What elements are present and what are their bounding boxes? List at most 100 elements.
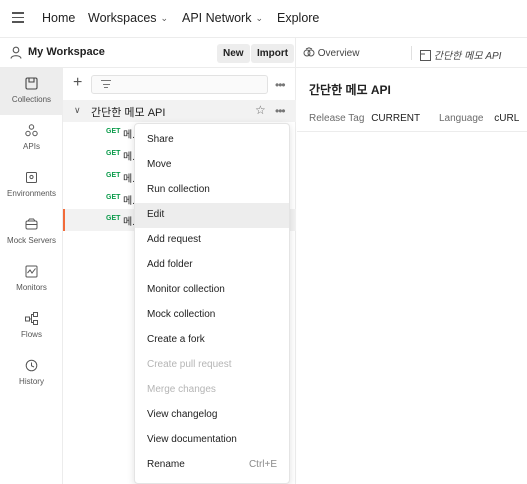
nav-api-network-label: API Network: [182, 11, 252, 25]
menu-item-label: Move: [147, 159, 172, 170]
tab-overview[interactable]: Overview: [303, 47, 359, 59]
nav-explore-label: Explore: [277, 11, 320, 25]
release-tag-value: CURRENT: [371, 113, 421, 124]
menu-item-label: Mock collection: [147, 309, 216, 320]
import-button[interactable]: Import: [251, 44, 295, 63]
rail-apis-label: APIs: [23, 142, 40, 151]
rail-monitors[interactable]: Monitors: [0, 256, 63, 303]
nav-home[interactable]: Home: [42, 11, 75, 25]
filter-input[interactable]: [91, 75, 268, 94]
menu-item-label: Edit: [147, 209, 165, 220]
chevron-down-icon[interactable]: ∨: [74, 105, 81, 116]
rail-collections-label: Collections: [11, 95, 52, 104]
request-method: GET: [106, 194, 121, 201]
collection-more-icon[interactable]: •••: [275, 104, 286, 118]
menu-item-view-documentation[interactable]: View documentation: [135, 428, 289, 453]
request-method: GET: [106, 215, 121, 222]
tabs-bar: Overview 간단한 메모 API: [296, 38, 527, 68]
menu-item-run-collection[interactable]: Run collection: [135, 178, 289, 203]
nav-workspaces-label: Workspaces: [88, 11, 157, 25]
menu-item-create-fork[interactable]: Create a fork: [135, 328, 289, 353]
overview-icon: [303, 47, 315, 57]
nav-api-network[interactable]: API Network ⌄: [182, 11, 263, 25]
nav-home-label: Home: [42, 11, 76, 25]
menu-item-shortcut: Ctrl+E: [248, 459, 277, 470]
menu-item-add-folder[interactable]: Add folder: [135, 253, 289, 278]
language-value: cURL: [494, 113, 520, 124]
rail-apis[interactable]: APIs: [0, 115, 63, 162]
menu-item-move[interactable]: Move: [135, 153, 289, 178]
menu-item-label: Run collection: [147, 184, 210, 195]
rail-mock-servers[interactable]: Mock Servers: [0, 209, 63, 256]
filter-icon: [101, 80, 111, 89]
flows-icon: [25, 312, 38, 325]
request-method: GET: [106, 150, 121, 157]
rail-mock-servers-label: Mock Servers: [7, 236, 56, 245]
menu-item-label: Share: [147, 134, 174, 145]
star-icon[interactable]: ☆: [255, 103, 266, 117]
menu-item-add-request[interactable]: Add request: [135, 228, 289, 253]
menu-item-label: Create a fork: [147, 334, 205, 345]
left-rail: Collections APIs Environments Mock Serve…: [0, 68, 63, 484]
rail-flows-label: Flows: [21, 330, 42, 339]
collection-name: 간단한 메모 API: [91, 107, 166, 119]
menu-item-view-changelog[interactable]: View changelog: [135, 403, 289, 428]
chevron-down-icon: ⌄: [160, 13, 169, 23]
history-icon: [25, 359, 38, 372]
menu-item-rename[interactable]: Rename Ctrl+E: [135, 453, 289, 478]
sidebar-more-icon[interactable]: •••: [275, 78, 286, 92]
menu-item-label: Rename: [147, 459, 185, 470]
rail-collections[interactable]: Collections: [0, 68, 63, 115]
tab-divider: [411, 46, 412, 60]
menu-item-merge-changes: Merge changes: [135, 378, 289, 403]
rail-environments-label: Environments: [7, 189, 56, 198]
rail-history[interactable]: History: [0, 350, 63, 397]
page-title: 간단한 메모 API: [309, 83, 391, 97]
menu-item-label: Monitor collection: [147, 284, 225, 295]
chevron-down-icon: ⌄: [255, 13, 264, 23]
request-method: GET: [106, 172, 121, 179]
collection-row[interactable]: ∨ 간단한 메모 API ☆ •••: [63, 100, 296, 122]
rail-history-label: History: [19, 377, 44, 386]
tab-overview-label: Overview: [317, 48, 360, 59]
menu-icon[interactable]: [12, 12, 24, 24]
rail-monitors-label: Monitors: [16, 283, 47, 292]
tab-collection-label: 간단한 메모 API: [433, 51, 502, 62]
context-menu: Share Move Run collection Edit Add reque…: [134, 123, 290, 484]
release-tag-label: Release Tag: [309, 113, 365, 124]
release-tag[interactable]: Release Tag CURRENT: [309, 113, 420, 124]
environments-icon: [26, 172, 37, 183]
menu-item-create-pull-request: Create pull request: [135, 353, 289, 378]
user-icon: [10, 46, 22, 59]
menu-item-share[interactable]: Share: [135, 128, 289, 153]
menu-item-label: View changelog: [147, 409, 218, 420]
new-button[interactable]: New: [217, 44, 250, 63]
menu-item-edit[interactable]: Edit: [135, 203, 289, 228]
rail-flows[interactable]: Flows: [0, 303, 63, 350]
language-label: Language: [439, 113, 484, 124]
menu-item-label: View documentation: [147, 434, 237, 445]
nav-explore[interactable]: Explore: [277, 11, 319, 25]
mock-servers-icon: [25, 218, 38, 230]
document-icon: [420, 50, 431, 61]
menu-item-label: Add request: [147, 234, 201, 245]
apis-icon: [25, 124, 38, 137]
collections-icon: [25, 77, 38, 90]
add-collection-button[interactable]: +: [73, 74, 82, 92]
menu-item-monitor-collection[interactable]: Monitor collection: [135, 278, 289, 303]
divider: [297, 131, 527, 132]
rail-environments[interactable]: Environments: [0, 162, 63, 209]
language-selector[interactable]: Language cURL: [439, 113, 519, 124]
request-method: GET: [106, 128, 121, 135]
menu-item-label: Create pull request: [147, 359, 232, 370]
collection-overview: 간단한 메모 API Release Tag CURRENT Language …: [297, 68, 527, 484]
menu-item-mock-collection[interactable]: Mock collection: [135, 303, 289, 328]
menu-item-label: Add folder: [147, 259, 193, 270]
tab-collection[interactable]: 간단한 메모 API: [420, 47, 501, 62]
nav-workspaces[interactable]: Workspaces ⌄: [88, 11, 168, 25]
monitors-icon: [25, 265, 38, 278]
workspace-header: My Workspace New Import: [0, 38, 296, 68]
workspace-title: My Workspace: [28, 46, 105, 58]
top-bar: Home Workspaces ⌄ API Network ⌄ Explore: [0, 0, 527, 38]
menu-item-label: Merge changes: [147, 384, 216, 395]
